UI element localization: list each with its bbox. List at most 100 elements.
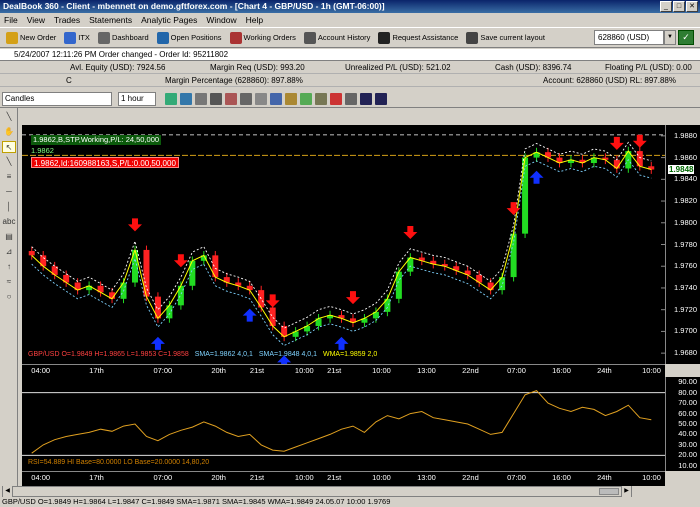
zoom-in-icon[interactable] (165, 93, 177, 105)
grid-icon[interactable] (345, 93, 357, 105)
cursor-icon[interactable]: ╲ (2, 111, 16, 123)
menu-view[interactable]: View (27, 15, 45, 25)
buy-signal-arrow (529, 170, 544, 184)
toolbar-working-orders-button[interactable]: Working Orders (227, 29, 299, 46)
rsi-tick-label: 40.00 (678, 429, 697, 439)
toolbar-label: ITX (78, 33, 90, 42)
margin-percentage: Margin Percentage (628860): 897.88% (165, 76, 303, 85)
cycle-icon[interactable]: ≈ (2, 276, 16, 288)
rsi-tick-label: 50.00 (678, 419, 697, 428)
crosshair-icon[interactable] (210, 93, 222, 105)
toolbar-new-order-button[interactable]: New Order (3, 29, 59, 46)
buy-signal-arrow (334, 336, 349, 350)
scroll-right-icon[interactable]: ▶ (621, 486, 631, 497)
toolbar-label: New Order (20, 33, 57, 42)
new-order-icon (6, 31, 18, 44)
color-icon[interactable] (330, 93, 342, 105)
rsi-chart[interactable] (22, 377, 665, 471)
toolbar-save-current-layout-button[interactable]: Save current layout (463, 29, 548, 46)
toolbar-request-assistance-button[interactable]: Request Assistance (375, 29, 461, 46)
price-tick-label: 1.9860 (674, 152, 697, 162)
menu-statements[interactable]: Statements (89, 15, 132, 25)
pan-icon[interactable] (195, 93, 207, 105)
working-order-label[interactable]: 1.9862,B,STP,Working,P/L: 24,50,000 (31, 135, 162, 145)
wma-line (31, 150, 652, 338)
add-icon[interactable] (375, 93, 387, 105)
time-tick-label: 24th (597, 366, 612, 375)
remove-icon[interactable] (360, 93, 372, 105)
time-tick-label: 24th (597, 473, 612, 482)
floating-pl: Floating P/L (USD): 0.00 (605, 63, 692, 72)
zoom-out-icon[interactable] (180, 93, 192, 105)
orders-icon (229, 31, 242, 44)
time-tick-label: 10:00 (294, 473, 314, 482)
account-select[interactable]: 628860 (USD) (594, 30, 664, 45)
toolbar-label: Open Positions (170, 33, 222, 42)
menu-analytic-pages[interactable]: Analytic Pages (141, 15, 197, 25)
print-icon[interactable] (240, 93, 252, 105)
itx-icon (64, 31, 77, 44)
scroll-thumb[interactable] (599, 488, 619, 495)
line-icon[interactable]: ╲ (2, 156, 16, 168)
rsi-axis: 90.00 80.00 70.00 60.00 50.00 40.00 30.00 20.00… (665, 377, 700, 471)
toolbar-account-history-button[interactable]: Account History (301, 29, 374, 46)
chart-type-select[interactable]: Candles (2, 92, 112, 106)
layout-icon[interactable] (315, 93, 327, 105)
scroll-left-icon[interactable]: ◀ (3, 486, 13, 497)
ellipse-icon[interactable]: ○ (2, 291, 16, 303)
line-tool-icon[interactable] (225, 93, 237, 105)
indicator-icon[interactable] (285, 93, 297, 105)
bottom-status-bar: ◀ ▶ GBP/USD O=1.9849 H=1.9864 L=1.9847 C… (0, 486, 700, 507)
history-icon (303, 31, 316, 44)
time-tick-label: 22nd (462, 366, 479, 375)
toolbar-open-positions-button[interactable]: Open Positions (154, 29, 225, 46)
toolbar-label: Save current layout (480, 33, 545, 42)
menu-window[interactable]: Window (206, 15, 236, 25)
time-tick-label: 10:00 (294, 366, 314, 375)
confirm-account-icon[interactable]: ✓ (678, 30, 694, 45)
sell-signal-arrow (345, 291, 360, 305)
row-marker: C (66, 76, 72, 85)
drawing-tools-panel: ╲ ✋ ↖ ╲ ≡ ─ │ abc ▤ ⊿ ↑ ≈ ○ (0, 108, 18, 500)
sell-signal-arrow (609, 136, 624, 150)
close-button[interactable]: ✕ (686, 1, 698, 12)
position-order-label[interactable]: 1.9862,Id:160988163,S,P/L:0.00,50,000 (31, 157, 179, 168)
time-tick-label: 07:00 (153, 473, 173, 482)
toolbar-dashboard-button[interactable]: Dashboard (95, 29, 152, 46)
account-summary-row-1: Avl. Equity (USD): 7924.56 Margin Req (U… (0, 62, 700, 74)
margin-req: Margin Req (USD): 993.20 (210, 63, 305, 72)
hline-icon[interactable]: ─ (2, 186, 16, 198)
arrow-icon[interactable]: ↑ (2, 261, 16, 273)
time-tick-label: 20th (211, 366, 226, 375)
save-icon (466, 31, 479, 44)
account-dropdown-icon[interactable]: ▼ (664, 30, 676, 45)
properties-icon[interactable] (270, 93, 282, 105)
price-tick-label: 1.9880 (674, 130, 697, 140)
time-tick-label: 22nd (462, 473, 479, 482)
pointer-icon[interactable]: ↖ (2, 141, 16, 153)
candle-body (28, 251, 35, 256)
fib-icon[interactable]: ≡ (2, 171, 16, 183)
channel-icon[interactable]: ▤ (2, 231, 16, 243)
horizontal-scrollbar[interactable]: ◀ ▶ (2, 486, 632, 497)
toolbar-itx-button[interactable]: ITX (61, 29, 93, 46)
time-tick-label: 21st (249, 473, 265, 482)
menu-trades[interactable]: Trades (54, 15, 80, 25)
hand-icon[interactable]: ✋ (2, 126, 16, 138)
menu-file[interactable]: File (4, 15, 18, 25)
fan-icon[interactable]: ⊿ (2, 246, 16, 258)
indicator-legend: GBP/USD O=1.9849 H=1.9865 L=1.9853 C=1.9… (28, 351, 377, 358)
time-tick-label: 07:00 (507, 473, 526, 482)
menu-help[interactable]: Help (246, 15, 263, 25)
rsi-tick-label: 60.00 (678, 408, 697, 418)
text-icon[interactable]: abc (2, 216, 16, 228)
unrealized-pl: Unrealized P/L (USD): 521.02 (345, 63, 451, 72)
maximize-button[interactable]: □ (673, 1, 685, 12)
minimize-button[interactable]: _ (660, 1, 672, 12)
interval-select[interactable]: 1 hour (118, 92, 156, 106)
time-tick-label: 21st (249, 366, 265, 375)
vline-icon[interactable]: │ (2, 201, 16, 213)
template-icon[interactable] (300, 93, 312, 105)
legend-ohlc: GBP/USD O=1.9849 H=1.9865 L=1.9853 C=1.9… (28, 351, 189, 358)
copy-icon[interactable] (255, 93, 267, 105)
